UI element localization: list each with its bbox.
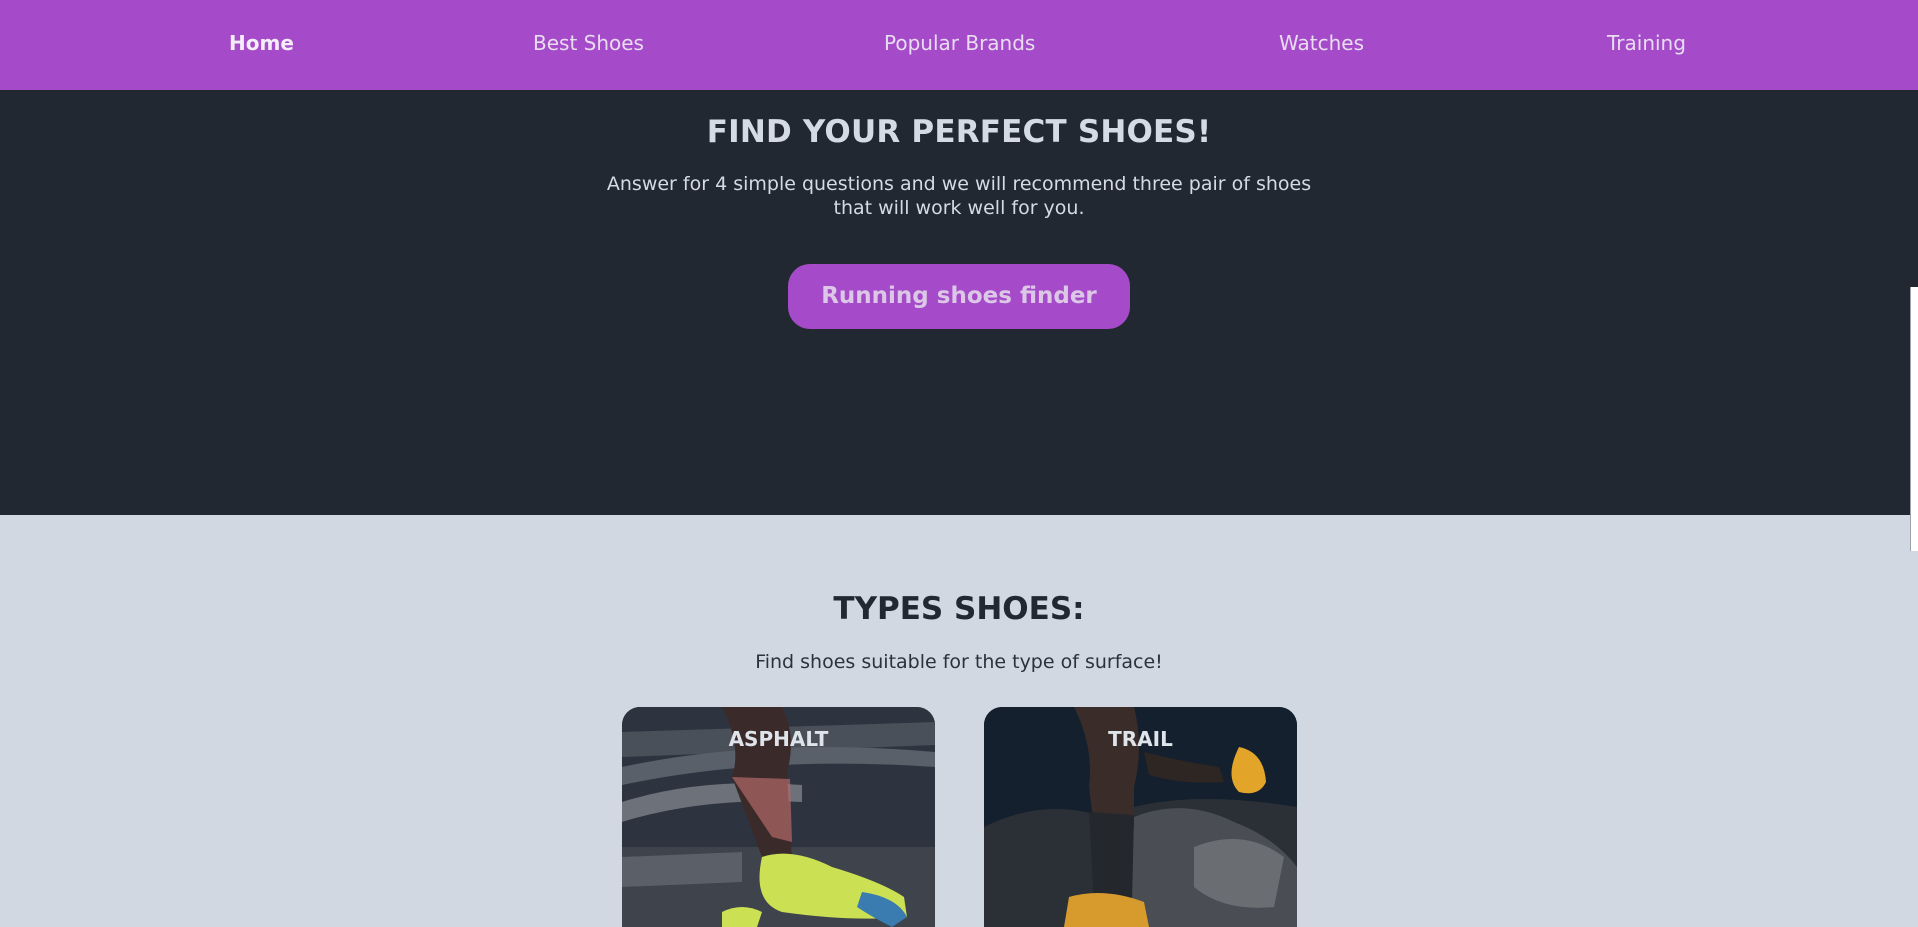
types-shoes-title: TYPES SHOES: <box>833 591 1085 627</box>
scrollbar-thumb[interactable] <box>1910 287 1918 551</box>
top-navbar: Home Best Shoes Popular Brands Watches T… <box>0 0 1918 90</box>
nav-item-home[interactable]: Home <box>229 31 294 55</box>
card-asphalt-label: ASPHALT <box>728 727 829 751</box>
card-trail-label: TRAIL <box>1108 727 1173 751</box>
hero-section: FIND YOUR PERFECT SHOES! Answer for 4 si… <box>0 90 1918 515</box>
hero-title: FIND YOUR PERFECT SHOES! <box>706 114 1212 150</box>
card-asphalt[interactable]: ASPHALT <box>622 707 935 927</box>
running-shoes-finder-button[interactable]: Running shoes finder <box>788 264 1130 329</box>
nav-item-watches[interactable]: Watches <box>1279 31 1364 55</box>
card-trail[interactable]: TRAIL <box>984 707 1297 927</box>
hero-subtitle-line-1: Answer for 4 simple questions and we wil… <box>606 173 1312 195</box>
hero-subtitle-line-2: that will work well for you. <box>833 197 1085 219</box>
nav-item-popular-brands[interactable]: Popular Brands <box>884 31 1035 55</box>
types-shoes-subtitle: Find shoes suitable for the type of surf… <box>755 651 1163 673</box>
nav-item-training[interactable]: Training <box>1607 31 1686 55</box>
hero-subtitle: Answer for 4 simple questions and we wil… <box>559 172 1359 220</box>
nav-item-best-shoes[interactable]: Best Shoes <box>533 31 644 55</box>
